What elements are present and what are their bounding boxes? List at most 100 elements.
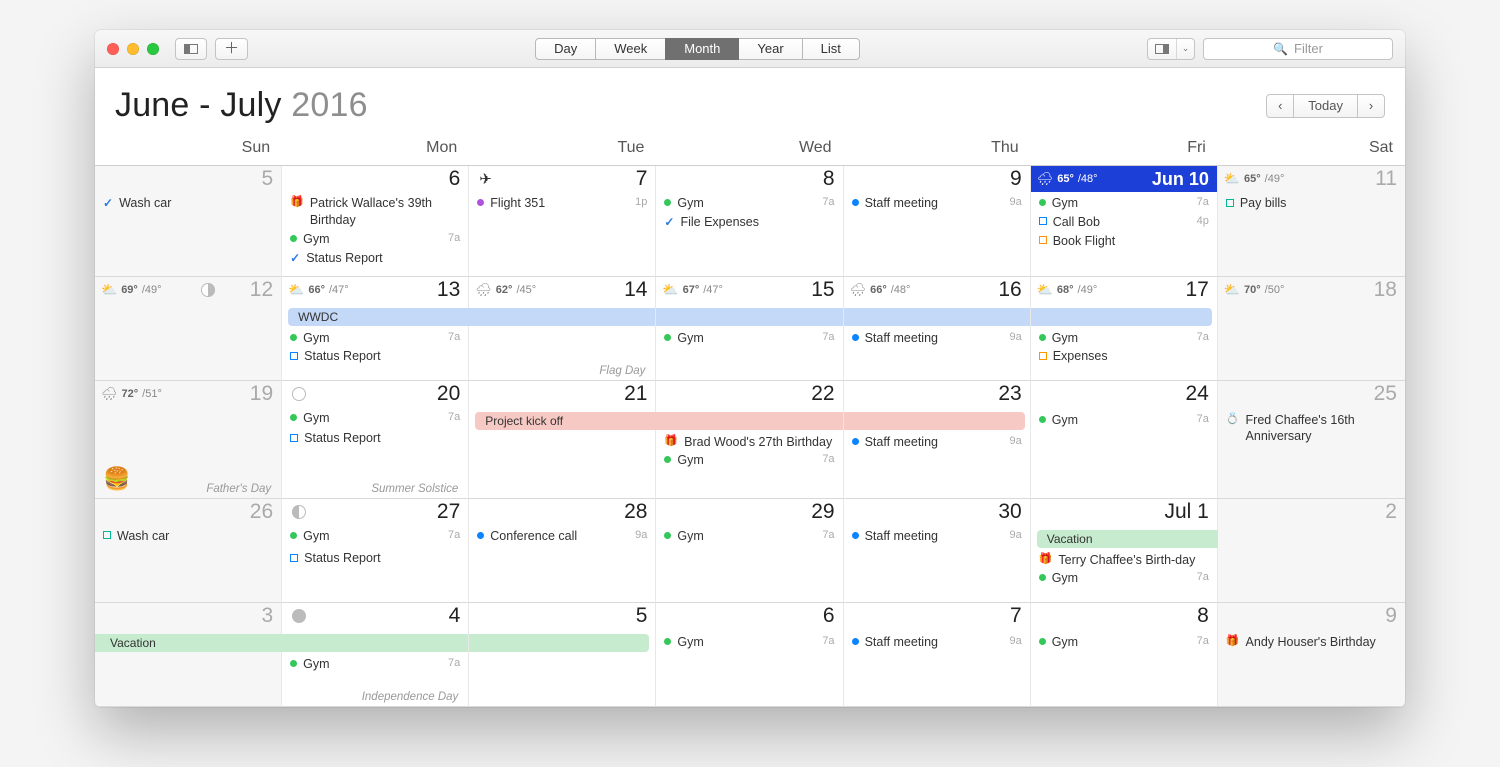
day-cell[interactable]: 21Project kick off (469, 381, 656, 499)
add-event-button[interactable]: ＋ (215, 38, 248, 60)
minimize-button[interactable] (127, 43, 139, 55)
day-cell[interactable]: 🌧 65°/48°Jun 10Gym7aCall Bob4pBook Fligh… (1031, 166, 1218, 277)
task-checkbox[interactable] (290, 554, 298, 562)
task-checkbox[interactable] (290, 352, 298, 360)
day-cell[interactable]: ⛅ 70°/50°18 (1218, 277, 1405, 381)
day-cell[interactable]: 🌧 66°/48°16Staff meeting9a (844, 277, 1031, 381)
calendar-event[interactable]: Gym7a (656, 451, 842, 470)
calendar-event[interactable]: Book Flight (1031, 232, 1217, 251)
day-cell[interactable]: 8Gym7a (1031, 603, 1218, 707)
calendar-event[interactable]: Gym7a (1031, 411, 1217, 430)
view-tab-year[interactable]: Year (738, 38, 802, 60)
calendar-event[interactable]: Gym7a (282, 655, 468, 674)
calendar-event[interactable]: 🎁Andy Houser's Birthday (1218, 633, 1405, 652)
calendar-event[interactable]: Staff meeting9a (844, 633, 1030, 652)
task-checkbox[interactable] (103, 531, 111, 539)
day-cell[interactable]: 3Vacation (95, 603, 282, 707)
calendar-event[interactable]: ✓Status Report (282, 249, 468, 268)
day-cell[interactable]: 29Gym7a (656, 499, 843, 603)
calendar-event[interactable]: Gym7a (1031, 569, 1217, 588)
task-checkbox[interactable] (1039, 217, 1047, 225)
calendar-event[interactable]: Pay bills (1218, 194, 1405, 213)
day-cell[interactable]: ⛅ 65°/49°11Pay bills (1218, 166, 1405, 277)
layout-dropdown[interactable]: ⌄ (1147, 38, 1195, 60)
calendar-event[interactable]: Expenses (1031, 347, 1217, 366)
calendar-event[interactable]: Wash car (95, 527, 281, 546)
task-checkbox[interactable] (1039, 352, 1047, 360)
calendar-event[interactable]: Gym7a (656, 194, 842, 213)
event-title: Fred Chaffee's 16th Anniversary (1246, 412, 1397, 446)
calendar-event[interactable]: 💍Fred Chaffee's 16th Anniversary (1218, 411, 1405, 447)
day-cell[interactable]: 26Wash car (95, 499, 282, 603)
calendar-event[interactable]: Gym7a (282, 329, 468, 348)
toggle-sidebar-button[interactable] (175, 38, 207, 60)
weather: ⛅ 67°/47° (662, 282, 723, 298)
calendar-event[interactable]: 🎁Patrick Wallace's 39th Birthday (282, 194, 468, 230)
task-checkbox[interactable] (1226, 199, 1234, 207)
calendar-event[interactable]: Flight 3511p (469, 194, 655, 213)
day-cell[interactable]: ⛅ 69°/49°12 (95, 277, 282, 381)
calendar-event[interactable]: Staff meeting9a (844, 329, 1030, 348)
calendar-event[interactable]: Staff meeting9a (844, 433, 1030, 452)
calendar-event[interactable]: Status Report (282, 549, 468, 568)
day-cell[interactable]: 8Gym7a✓File Expenses (656, 166, 843, 277)
calendar-event[interactable]: Gym7a (656, 329, 842, 348)
day-cell[interactable]: 24Gym7a (1031, 381, 1218, 499)
calendar-event[interactable]: Status Report (282, 429, 468, 448)
day-cell[interactable]: 9🎁Andy Houser's Birthday (1218, 603, 1405, 707)
day-cell[interactable]: 7Staff meeting9a (844, 603, 1031, 707)
day-cell[interactable]: 6🎁Patrick Wallace's 39th BirthdayGym7a✓S… (282, 166, 469, 277)
task-checkbox[interactable] (1039, 236, 1047, 244)
calendar-event[interactable]: Gym7a (1031, 194, 1217, 213)
calendar-event[interactable]: Staff meeting9a (844, 194, 1030, 213)
day-cell[interactable]: 20Gym7aStatus ReportSummer Solstice (282, 381, 469, 499)
day-cell[interactable]: 9Staff meeting9a (844, 166, 1031, 277)
day-cell[interactable]: 5 (469, 603, 656, 707)
calendar-event[interactable]: ✓File Expenses (656, 213, 842, 232)
day-cell[interactable]: 5✓Wash car (95, 166, 282, 277)
calendar-event[interactable]: Gym7a (1031, 329, 1217, 348)
calendar-event[interactable]: Gym7a (1031, 633, 1217, 652)
day-cell[interactable]: ⛅ 67°/47°15Gym7a (656, 277, 843, 381)
event-title: Terry Chaffee's Birth-day (1058, 552, 1208, 569)
day-cell[interactable]: 22🎁Brad Wood's 27th BirthdayGym7a (656, 381, 843, 499)
day-cell[interactable]: ⛅ 66°/47°13WWDCGym7aStatus Report (282, 277, 469, 381)
day-cell[interactable]: 28Conference call9a (469, 499, 656, 603)
day-cell[interactable]: 30Staff meeting9a (844, 499, 1031, 603)
view-tab-week[interactable]: Week (595, 38, 666, 60)
calendar-event[interactable]: Staff meeting9a (844, 527, 1030, 546)
day-cell[interactable]: 27Gym7aStatus Report (282, 499, 469, 603)
calendar-event[interactable]: ✓Wash car (95, 194, 281, 213)
calendar-event[interactable]: Gym7a (282, 230, 468, 249)
day-cell[interactable]: 2 (1218, 499, 1405, 603)
view-tab-month[interactable]: Month (665, 38, 739, 60)
day-cell[interactable]: 23Staff meeting9a (844, 381, 1031, 499)
day-cell[interactable]: 4Gym7aIndependence Day (282, 603, 469, 707)
day-cell[interactable]: 🌧 62°/45°14Flag Day (469, 277, 656, 381)
day-cell[interactable]: ⛅ 68°/49°17Gym7aExpenses (1031, 277, 1218, 381)
calendar-event[interactable]: Gym7a (656, 633, 842, 652)
calendar-event[interactable]: Conference call9a (469, 527, 655, 546)
calendar-event[interactable]: Gym7a (282, 409, 468, 428)
today-button[interactable]: Today (1293, 94, 1358, 118)
day-cell[interactable]: ✈︎7Flight 3511p (469, 166, 656, 277)
day-cell[interactable]: 6Gym7a (656, 603, 843, 707)
calendar-event[interactable]: Status Report (282, 347, 468, 366)
day-number: Jul 1 (1164, 500, 1208, 524)
view-tab-list[interactable]: List (802, 38, 860, 60)
calendar-event[interactable]: Gym7a (656, 527, 842, 546)
prev-month-button[interactable]: ‹ (1266, 94, 1294, 118)
task-checkbox[interactable] (290, 434, 298, 442)
filter-search[interactable]: 🔍 Filter (1203, 38, 1393, 60)
calendar-event[interactable]: 🎁Brad Wood's 27th Birthday (656, 433, 842, 452)
close-button[interactable] (107, 43, 119, 55)
day-cell[interactable]: 🌧 72°/51°19Father's Day🍔 (95, 381, 282, 499)
next-month-button[interactable]: › (1357, 94, 1385, 118)
calendar-event[interactable]: 🎁Terry Chaffee's Birth-day (1031, 551, 1217, 570)
day-cell[interactable]: Jul 1Vacation🎁Terry Chaffee's Birth-dayG… (1031, 499, 1218, 603)
view-tab-day[interactable]: Day (535, 38, 596, 60)
day-cell[interactable]: 25💍Fred Chaffee's 16th Anniversary (1218, 381, 1405, 499)
calendar-event[interactable]: Call Bob4p (1031, 213, 1217, 232)
fullscreen-button[interactable] (147, 43, 159, 55)
calendar-event[interactable]: Gym7a (282, 527, 468, 546)
